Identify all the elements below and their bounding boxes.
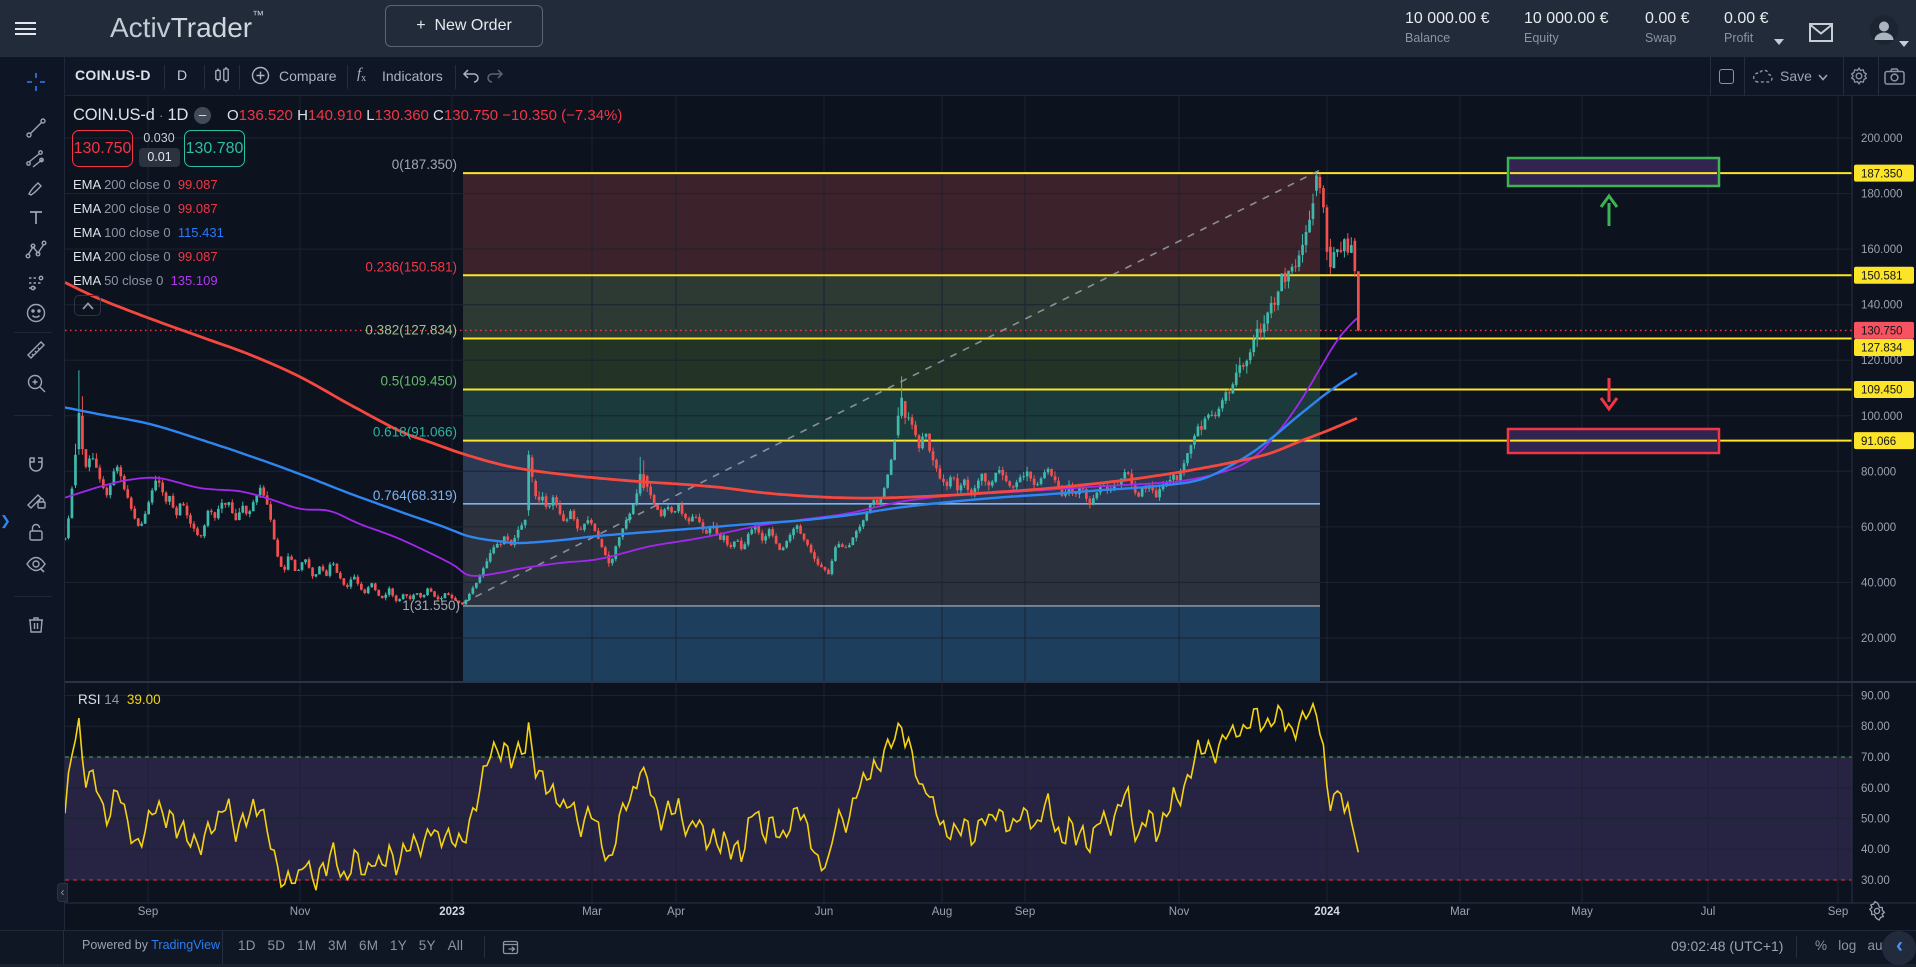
svg-text:0.382(127.834): 0.382(127.834) — [365, 323, 457, 338]
svg-text:70.00: 70.00 — [1861, 752, 1890, 764]
svg-text:100.000: 100.000 — [1861, 411, 1903, 423]
svg-text:200.000: 200.000 — [1861, 133, 1903, 145]
svg-text:1(31.550): 1(31.550) — [402, 598, 460, 613]
svg-text:2023: 2023 — [439, 906, 465, 918]
svg-text:0.5(109.450): 0.5(109.450) — [380, 374, 457, 389]
svg-text:Nov: Nov — [1169, 906, 1190, 918]
svg-text:127.834: 127.834 — [1861, 343, 1903, 355]
svg-text:Jun: Jun — [815, 906, 834, 918]
svg-text:160.000: 160.000 — [1861, 244, 1903, 256]
svg-text:May: May — [1571, 906, 1593, 918]
svg-text:40.000: 40.000 — [1861, 577, 1896, 589]
svg-text:80.00: 80.00 — [1861, 721, 1890, 733]
svg-text:60.00: 60.00 — [1861, 783, 1890, 795]
svg-text:Nov: Nov — [290, 906, 311, 918]
svg-text:Aug: Aug — [932, 906, 952, 918]
svg-text:80.000: 80.000 — [1861, 466, 1896, 478]
svg-text:Sep: Sep — [1015, 906, 1035, 918]
svg-text:91.066: 91.066 — [1861, 436, 1896, 448]
svg-text:150.581: 150.581 — [1861, 271, 1903, 283]
svg-text:0.764(68.319): 0.764(68.319) — [373, 488, 457, 503]
svg-text:180.000: 180.000 — [1861, 189, 1903, 201]
svg-text:40.00: 40.00 — [1861, 844, 1890, 856]
svg-text:50.00: 50.00 — [1861, 814, 1890, 826]
svg-text:0(187.350): 0(187.350) — [392, 157, 457, 172]
svg-text:109.450: 109.450 — [1861, 385, 1903, 397]
svg-text:120.000: 120.000 — [1861, 355, 1903, 367]
svg-text:Sep: Sep — [1828, 906, 1848, 918]
svg-text:0.618(91.066): 0.618(91.066) — [373, 425, 457, 440]
svg-text:0.236(150.581): 0.236(150.581) — [365, 259, 457, 274]
svg-text:2024: 2024 — [1314, 906, 1340, 918]
svg-text:60.000: 60.000 — [1861, 522, 1896, 534]
svg-text:20.000: 20.000 — [1861, 633, 1896, 645]
svg-text:130.750: 130.750 — [1861, 326, 1903, 338]
svg-text:140.000: 140.000 — [1861, 300, 1903, 312]
svg-text:187.350: 187.350 — [1861, 168, 1903, 180]
svg-text:Apr: Apr — [667, 906, 685, 918]
svg-text:30.00: 30.00 — [1861, 875, 1890, 887]
svg-text:Mar: Mar — [582, 906, 602, 918]
svg-text:Sep: Sep — [138, 906, 158, 918]
svg-text:90.00: 90.00 — [1861, 691, 1890, 703]
svg-text:Mar: Mar — [1450, 906, 1470, 918]
svg-text:Jul: Jul — [1701, 906, 1716, 918]
